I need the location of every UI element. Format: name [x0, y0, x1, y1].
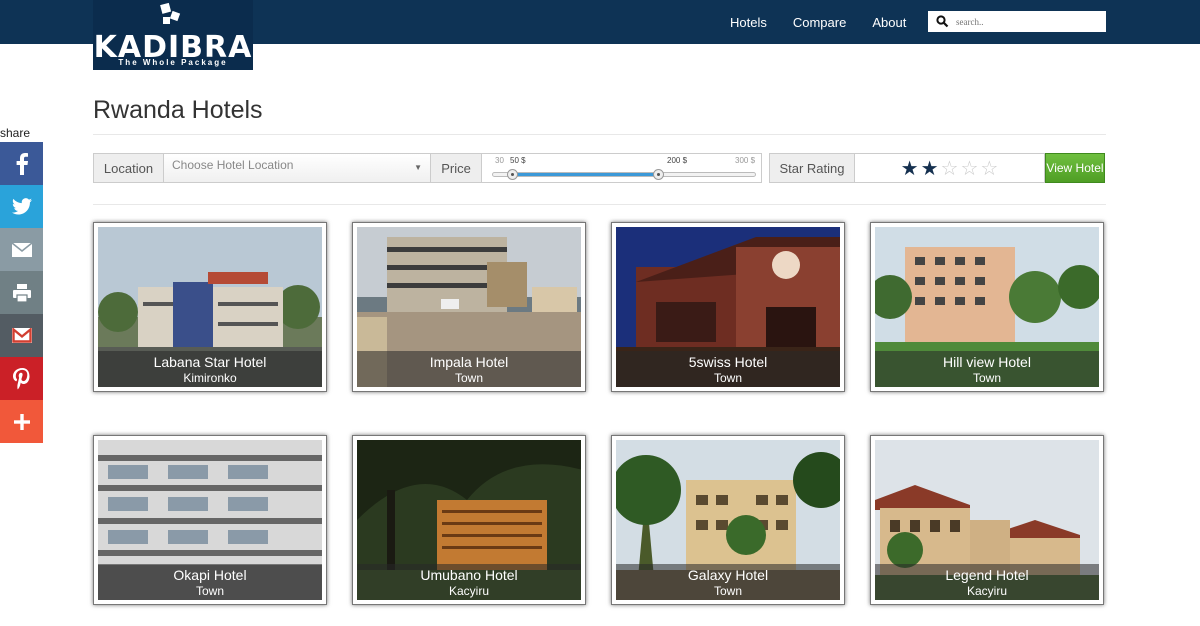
view-hotel-button[interactable]: View Hotel [1045, 153, 1105, 183]
location-label: Location [93, 153, 164, 183]
hotel-name: Hill view Hotel [943, 354, 1031, 370]
star-empty-icon[interactable]: ☆ [941, 158, 959, 178]
hotel-name: Impala Hotel [429, 354, 509, 370]
logo-mark-icon [160, 2, 181, 24]
divider [93, 134, 1106, 135]
location-select[interactable]: Choose Hotel Location ▼ [163, 153, 431, 183]
hotel-caption: Impala Hotel Town [357, 351, 581, 387]
price-min-label: 30 [495, 156, 504, 165]
hotel-location: Kacyiru [448, 584, 489, 598]
filter-bar: Location Choose Hotel Location ▼ Price 3… [93, 153, 1106, 183]
share-pinterest-button[interactable] [0, 357, 43, 400]
share-facebook-button[interactable] [0, 142, 43, 185]
hotel-card[interactable]: Labana Star Hotel Kimironko [93, 222, 327, 392]
hotel-card[interactable]: Hill view Hotel Town [870, 222, 1104, 392]
price-slider[interactable]: 30 50 $ 200 $ 300 $ [481, 153, 762, 183]
search-box [928, 11, 1106, 32]
hotel-photo: Legend Hotel Kacyiru [875, 440, 1099, 600]
hotel-photo: Labana Star Hotel Kimironko [98, 227, 322, 387]
hotel-caption: Labana Star Hotel Kimironko [98, 351, 322, 387]
hotel-photo: Impala Hotel Town [357, 227, 581, 387]
nav-link-about[interactable]: About [872, 15, 906, 30]
hotel-location: Town [195, 584, 224, 598]
hotel-name: Umubano Hotel [420, 567, 518, 583]
price-low-label: 50 $ [510, 156, 526, 165]
page-title: Rwanda Hotels [93, 96, 263, 124]
brand-logo[interactable]: KADIBRA The Whole Package [93, 0, 253, 70]
hotel-card[interactable]: Legend Hotel Kacyiru [870, 435, 1104, 605]
more-icon [13, 413, 30, 430]
price-slider-track [492, 169, 756, 180]
hotel-name: Labana Star Hotel [153, 354, 267, 370]
price-slider-handle-low[interactable] [506, 169, 518, 180]
star-empty-icon[interactable]: ☆ [980, 158, 998, 178]
nav-link-hotels[interactable]: Hotels [730, 15, 767, 30]
hotel-caption: Hill view Hotel Town [875, 351, 1099, 387]
hotel-card[interactable]: Okapi Hotel Town [93, 435, 327, 605]
star-rating-input[interactable]: ★ ★ ☆ ☆ ☆ [854, 153, 1045, 183]
brand-tagline: The Whole Package [118, 58, 228, 67]
share-more-button[interactable] [0, 400, 43, 443]
share-twitter-button[interactable] [0, 185, 43, 228]
hotel-location: Town [972, 371, 1001, 385]
price-high-label: 200 $ [667, 156, 688, 165]
star-rating-label: Star Rating [769, 153, 855, 183]
hotel-photo: Umubano Hotel Kacyiru [357, 440, 581, 600]
divider [93, 204, 1106, 205]
hotel-location: Town [713, 371, 742, 385]
star-filled-icon[interactable]: ★ [901, 158, 919, 178]
hotel-caption: Galaxy Hotel Town [616, 564, 840, 600]
star-filled-icon[interactable]: ★ [921, 158, 939, 178]
share-email-button[interactable] [0, 228, 43, 271]
nav-links: Hotels Compare About [730, 0, 932, 44]
hotel-location: Town [454, 371, 483, 385]
hotel-photo: Okapi Hotel Town [98, 440, 322, 600]
star-empty-icon[interactable]: ☆ [960, 158, 978, 178]
hotel-photo: 5swiss Hotel Town [616, 227, 840, 387]
twitter-icon [11, 198, 32, 215]
hotel-photo: Hill view Hotel Town [875, 227, 1099, 387]
hotel-card[interactable]: Umubano Hotel Kacyiru [352, 435, 586, 605]
share-print-button[interactable] [0, 271, 43, 314]
price-slider-fill [512, 173, 660, 176]
search-input[interactable] [956, 11, 1102, 32]
hotel-location: Kimironko [183, 371, 237, 385]
pinterest-icon [12, 367, 29, 389]
caret-down-icon: ▼ [414, 163, 422, 172]
hotel-card[interactable]: Galaxy Hotel Town [611, 435, 845, 605]
gmail-icon [11, 328, 32, 343]
facebook-icon [16, 152, 28, 175]
hotel-name: 5swiss Hotel [688, 354, 768, 370]
hotel-name: Legend Hotel [945, 567, 1029, 583]
search-icon [936, 15, 949, 28]
location-select-value: Choose Hotel Location [172, 158, 294, 172]
hotel-name: Galaxy Hotel [687, 567, 769, 583]
hotel-card[interactable]: 5swiss Hotel Town [611, 222, 845, 392]
share-gmail-button[interactable] [0, 314, 43, 357]
hotel-caption: Legend Hotel Kacyiru [875, 564, 1099, 600]
hotel-card[interactable]: Impala Hotel Town [352, 222, 586, 392]
email-icon [11, 242, 32, 257]
hotel-location: Town [713, 584, 742, 598]
hotel-location: Kacyiru [966, 584, 1007, 598]
hotel-grid: Labana Star Hotel Kimironko Impala Hotel… [93, 222, 1106, 608]
share-label: share [0, 126, 31, 140]
price-label: Price [430, 153, 482, 183]
hotel-caption: 5swiss Hotel Town [616, 351, 840, 387]
hotel-caption: Okapi Hotel Town [98, 564, 322, 600]
print-icon [12, 283, 31, 302]
price-slider-handle-high[interactable] [653, 169, 665, 180]
hotel-photo: Galaxy Hotel Town [616, 440, 840, 600]
hotel-caption: Umubano Hotel Kacyiru [357, 564, 581, 600]
price-max-label: 300 $ [735, 156, 756, 165]
hotel-name: Okapi Hotel [173, 567, 247, 583]
nav-link-compare[interactable]: Compare [793, 15, 846, 30]
